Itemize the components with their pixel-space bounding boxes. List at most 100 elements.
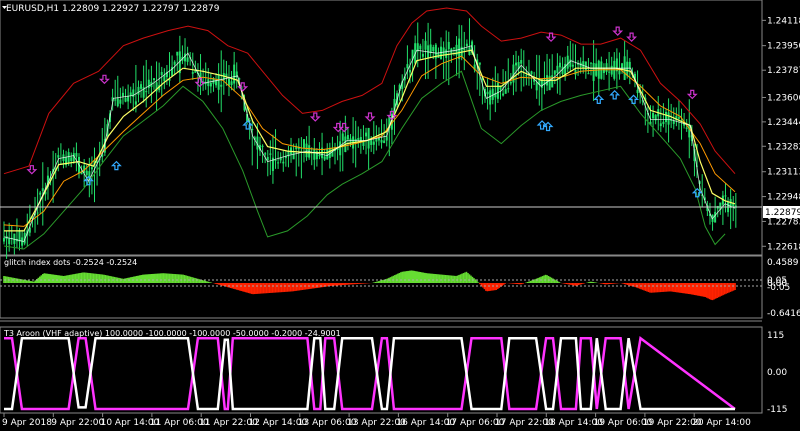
candle-body [421, 53, 424, 57]
candle-body [124, 97, 127, 102]
time-tick-label: 9 Apr 22:00 [51, 418, 104, 428]
candle-body [269, 153, 272, 155]
candle-body [383, 140, 386, 144]
glitch-axis-label: -0.6416 [767, 309, 800, 319]
candle-body [380, 139, 383, 143]
candle-body [496, 83, 499, 99]
candle-body [3, 237, 5, 242]
aroon-axis-label: 0.00 [767, 368, 787, 378]
time-axis: 9 Apr 2018 9 Apr 22:0010 Apr 14:0011 Apr … [2, 413, 751, 428]
candle-body [714, 211, 717, 223]
candle-body [447, 41, 450, 50]
metatrader-chart[interactable]: EURUSD,H1 1.22809 1.22927 1.22797 1.2287… [0, 0, 800, 431]
time-tick-label: 20 Apr 14:00 [692, 418, 751, 428]
candle-body [323, 156, 326, 160]
candle-body [667, 112, 670, 125]
candle-body [551, 75, 554, 88]
price-tick-label: 1.23787 [767, 66, 800, 76]
candle-body [535, 82, 538, 91]
candle-body [326, 149, 329, 160]
candle-body [160, 71, 163, 76]
candle-body [67, 152, 70, 163]
candle-body [261, 145, 264, 147]
candle-body [372, 141, 375, 145]
candle-body [385, 136, 388, 141]
candle-body [626, 61, 629, 76]
candle-body [590, 62, 593, 64]
candle-body [486, 91, 489, 95]
candle-body [525, 75, 528, 77]
candle-body [282, 161, 285, 164]
candle-body [70, 157, 73, 162]
candle-body [318, 154, 321, 157]
glitch-axis-label: 0.4589 [767, 258, 799, 268]
candle-body [608, 71, 611, 73]
candle-body [502, 93, 505, 96]
candle-body [432, 47, 435, 52]
candle-body [137, 86, 140, 95]
candle-body [75, 152, 78, 157]
candle-body [553, 70, 556, 75]
candle-body [685, 127, 688, 129]
price-tick-label: 1.22948 [767, 193, 800, 203]
candle-body [375, 138, 378, 142]
candle-body [659, 123, 662, 127]
candle-body [134, 101, 137, 105]
glitch-axis-label: -0.05 [767, 283, 790, 293]
candle-body [445, 49, 448, 59]
price-tick-label: 1.23282 [767, 142, 800, 152]
price-tick-label: 1.23444 [767, 118, 800, 128]
candle-body [504, 89, 507, 94]
candle-body [520, 60, 523, 64]
candle-body [452, 47, 455, 49]
candle-body [677, 117, 680, 119]
candle-body [339, 141, 342, 156]
current-price-label: 1.22879 [765, 208, 800, 218]
candle-body [305, 143, 308, 158]
candle-body [313, 148, 316, 160]
candle-body [408, 70, 411, 73]
candle-body [277, 162, 280, 164]
candle-body [251, 129, 254, 131]
candle-body [116, 98, 119, 107]
candle-body [491, 88, 494, 100]
candle-body [217, 73, 220, 90]
candle-body [274, 159, 277, 161]
candle-body [85, 170, 88, 176]
candle-body [558, 62, 561, 68]
candle-body [292, 152, 295, 160]
candle-body [406, 64, 409, 69]
candle-body [140, 84, 143, 89]
candle-body [489, 90, 492, 105]
candle-body [8, 238, 11, 245]
candle-body [507, 88, 510, 90]
candle-body [636, 89, 639, 94]
candle-body [571, 64, 574, 67]
candle-body [515, 62, 518, 66]
candle-body [230, 81, 233, 86]
candle-body [152, 78, 155, 81]
candle-body [209, 82, 212, 87]
candle-body [233, 64, 236, 84]
candle-body [36, 212, 39, 214]
candle-body [57, 155, 60, 158]
price-tick-label: 1.23113 [767, 168, 800, 178]
price-tick-label: 1.22618 [767, 242, 800, 252]
candle-body [121, 92, 124, 97]
time-tick-label: 9 Apr 2018 [2, 418, 52, 428]
candle-body [628, 61, 631, 69]
candle-body [672, 120, 675, 124]
candle-body [114, 99, 117, 101]
candle-body [176, 51, 179, 56]
candle-body [463, 48, 466, 51]
candle-body [605, 63, 608, 72]
candle-body [220, 84, 223, 87]
candle-body [367, 127, 370, 149]
candle-body [145, 91, 148, 93]
candle-body [365, 132, 368, 137]
candle-body [665, 111, 668, 123]
aroon-axis-label: -115 [767, 405, 787, 415]
candle-body [119, 99, 122, 104]
candle-body [419, 45, 422, 50]
candle-body [424, 40, 427, 50]
